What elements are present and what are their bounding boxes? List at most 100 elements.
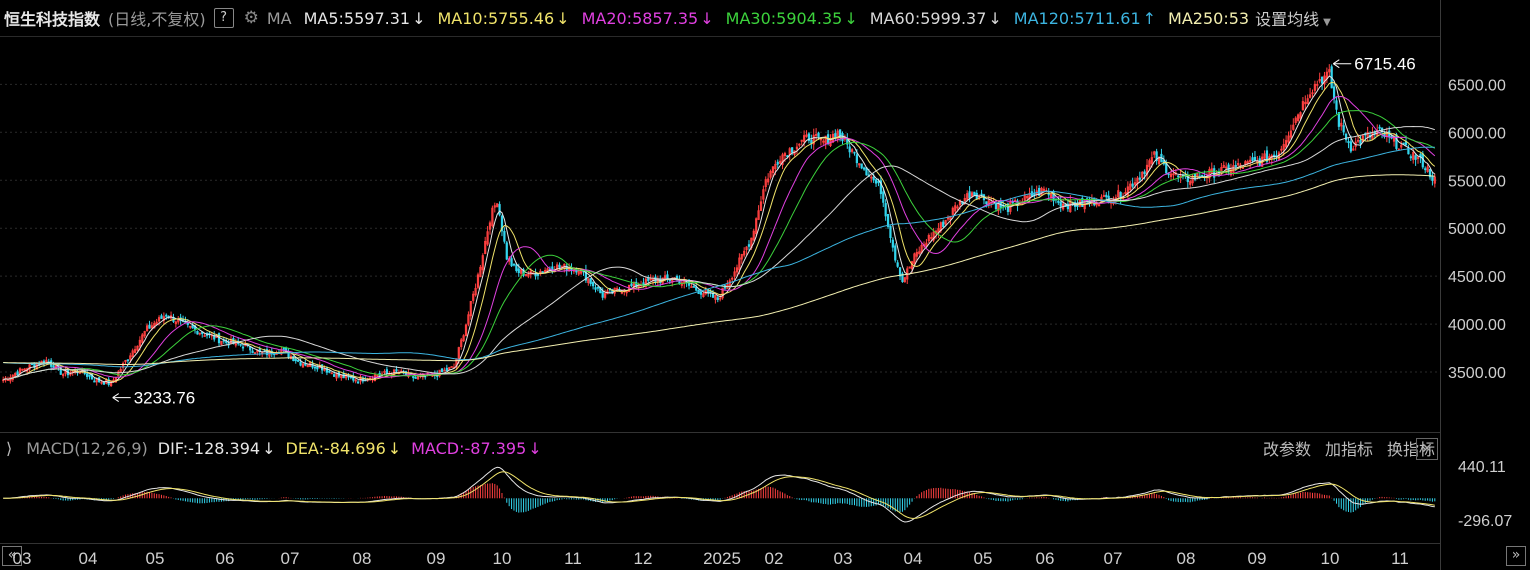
y-tick-label: 6000.00 (1448, 125, 1506, 142)
candle-body (316, 366, 319, 370)
candle-body (1347, 141, 1350, 143)
candle-body (591, 281, 595, 287)
candle-body (225, 341, 228, 343)
candle-body (440, 368, 444, 373)
x-tick-label: 11 (564, 549, 582, 568)
candle-body (716, 297, 719, 301)
macd-y-tick-label: 440.11 (1458, 459, 1506, 476)
candle-body (1424, 168, 1427, 171)
candle-body (292, 355, 295, 362)
candle-body (445, 367, 448, 372)
candle-body (994, 203, 998, 210)
candle-body (942, 221, 945, 228)
candle-body (630, 283, 633, 287)
y-tick-label: 6500.00 (1448, 77, 1506, 94)
candle-body (647, 277, 650, 282)
change-params-button[interactable]: 改参数 (1263, 436, 1311, 460)
x-tick-label: 06 (216, 549, 235, 568)
candle-body (968, 191, 971, 199)
candle-body (328, 370, 331, 373)
candle-body (541, 271, 544, 274)
candle-body (385, 369, 388, 374)
candle-body (1431, 175, 1434, 181)
x-tick-label: 12 (634, 549, 653, 568)
candle-body (1047, 193, 1050, 196)
candle-body (536, 274, 540, 276)
candle-body (239, 343, 242, 346)
scroll-right-button[interactable]: » (1506, 546, 1526, 566)
y-tick-label: 5500.00 (1448, 173, 1506, 190)
candle-body (165, 314, 168, 317)
y-tick-label: 4000.00 (1448, 317, 1506, 334)
add-indicator-button[interactable]: 加指标 (1325, 436, 1373, 460)
candle-body (1059, 201, 1062, 207)
candle-body (776, 161, 779, 165)
close-icon[interactable]: ✕ (1416, 438, 1438, 460)
x-tick-label: 09 (1248, 549, 1267, 568)
candle-body (872, 176, 875, 181)
candle-body (515, 264, 518, 271)
x-tick-label: 05 (146, 549, 165, 568)
candle-body (186, 322, 189, 325)
candle-body (747, 244, 751, 247)
candle-body (517, 268, 520, 274)
candle-body (1138, 177, 1141, 180)
candle-body (594, 287, 597, 290)
candle-body (510, 258, 513, 267)
candle-body (1131, 183, 1134, 187)
candle-body (1359, 139, 1362, 144)
candle-body (1030, 191, 1034, 198)
candle-body (874, 179, 878, 184)
candle-body (980, 193, 983, 196)
candle-body (88, 374, 91, 377)
candle-body (1177, 175, 1180, 178)
macd-value: MACD:-87.395 (411, 438, 527, 458)
candle-body (853, 151, 856, 154)
candle-body (896, 262, 899, 267)
candle-body (791, 147, 794, 153)
candle-body (1409, 156, 1412, 159)
x-tick-label: 04 (904, 549, 923, 568)
candle-body (160, 315, 163, 319)
candle-body (241, 346, 245, 349)
candle-body (505, 242, 508, 260)
dif-value: DIF:-128.394 (157, 438, 261, 458)
candle-body (1337, 112, 1341, 127)
macd-header: ⟩ MACD(12,26,9) DIF:-128.394 ↓ DEA:-84.6… (0, 434, 1440, 462)
x-tick-label: 07 (281, 549, 300, 568)
candle-body (1320, 76, 1324, 84)
candle-body (1414, 155, 1417, 160)
macd-label: MACD(12,26,9) (26, 438, 148, 458)
candle-body (884, 203, 887, 217)
x-tick-label: 08 (353, 549, 372, 568)
candle-body (1332, 86, 1336, 100)
macd-expand-icon[interactable]: ⟩ (6, 439, 12, 458)
macd-arrow-icon: ↓ (528, 438, 542, 458)
x-tick-label: 06 (1036, 549, 1055, 568)
y-tick-label: 3500.00 (1448, 365, 1506, 382)
price-chart[interactable]: 6500.00 6000.00 5500.00 5000.00 4500.00 4000.… (0, 0, 1530, 570)
dif-arrow-icon: ↓ (262, 438, 276, 458)
candle-body (333, 374, 336, 377)
y-tick-label: 5000.00 (1448, 221, 1506, 238)
candle-body (1143, 171, 1146, 175)
candle-body (196, 331, 199, 335)
scroll-left-button[interactable]: « (2, 546, 22, 566)
candle-body (16, 371, 19, 376)
dea-value: DEA:-84.696 (285, 438, 386, 458)
candle-body (498, 204, 501, 216)
candle-body (601, 291, 604, 298)
x-tick-label: 02 (765, 549, 784, 568)
candle-body (1335, 100, 1338, 110)
candle-body (503, 231, 506, 242)
candle-body (596, 286, 600, 289)
candle-body (294, 358, 297, 362)
candle-body (855, 154, 859, 164)
candle-body (356, 381, 360, 384)
candle-body (450, 366, 453, 368)
candle-body (877, 180, 880, 183)
candle-body (148, 324, 151, 329)
x-tick-label: 03 (834, 549, 853, 568)
candle-body (512, 263, 516, 266)
annotation-label: 3233.76 (134, 389, 195, 408)
